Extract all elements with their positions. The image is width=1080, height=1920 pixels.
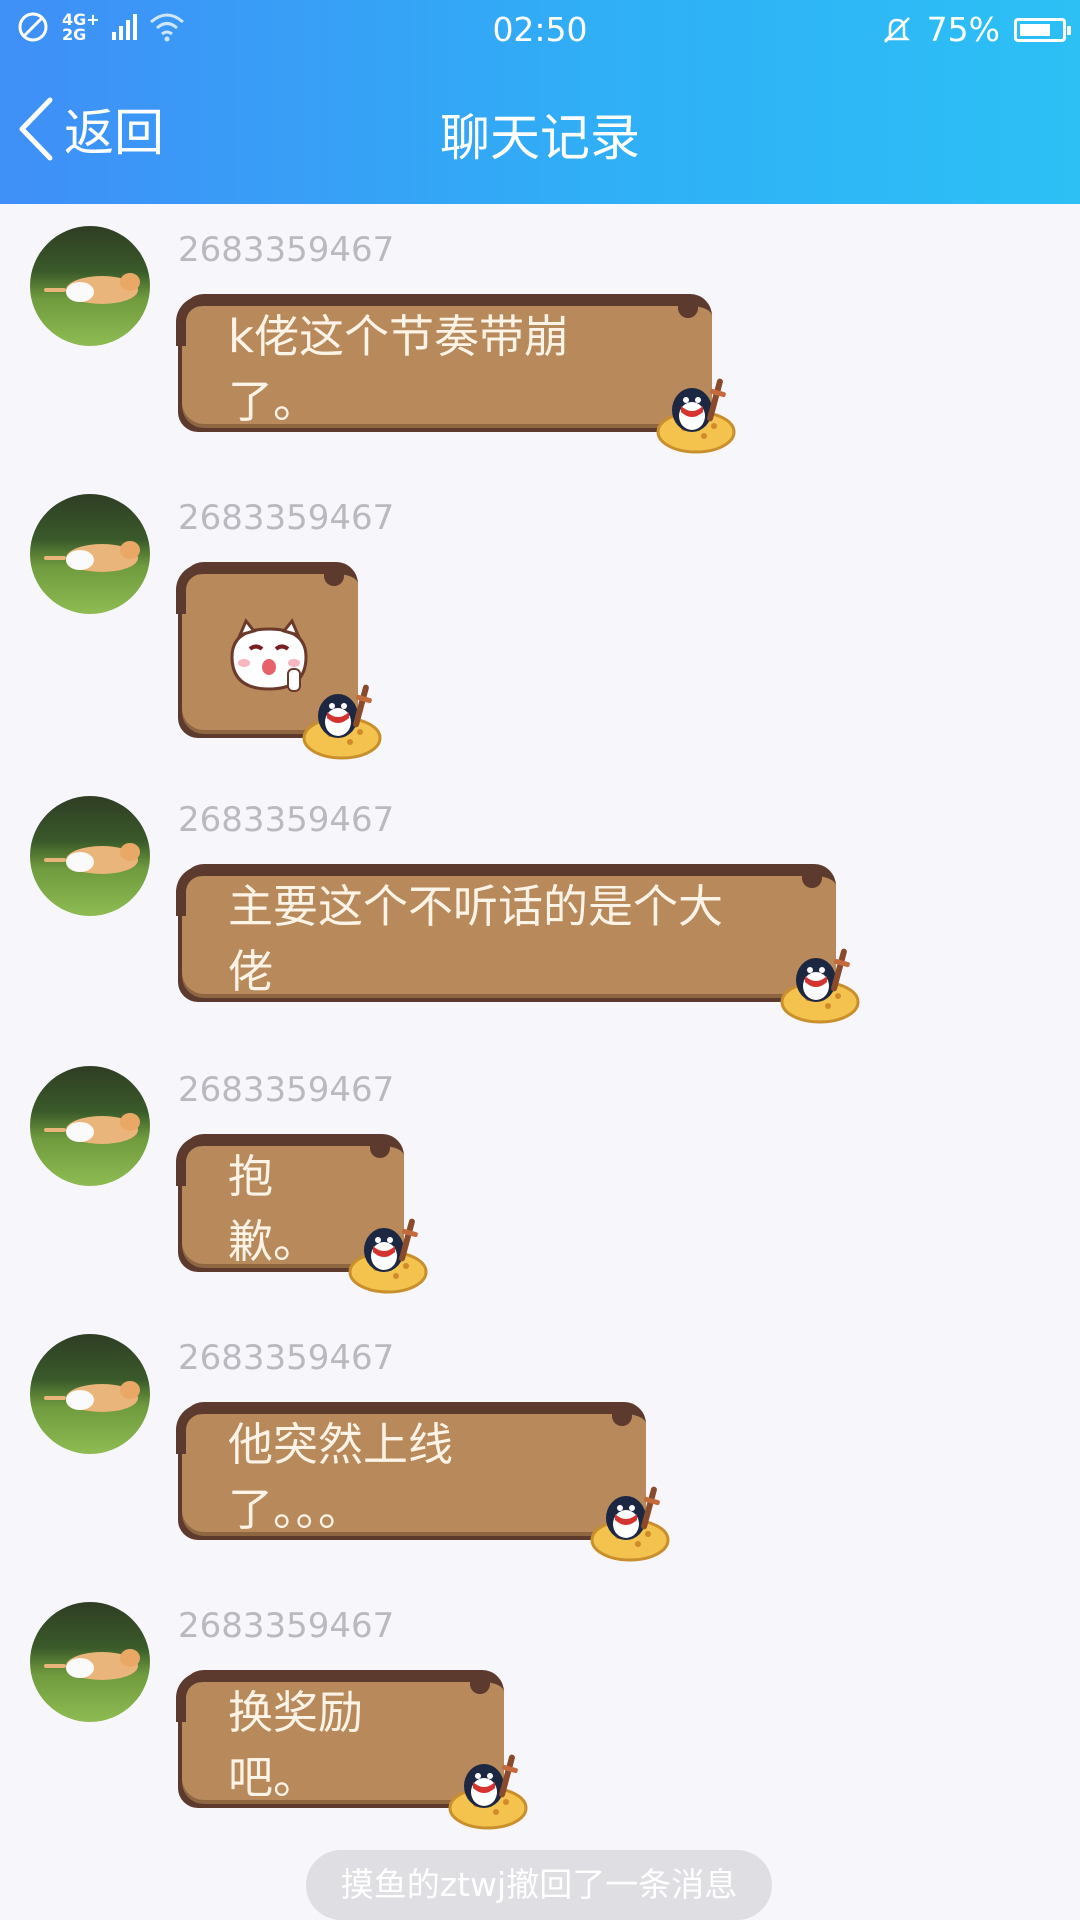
message-text: 主要这个不听话的是个大佬 [228,880,724,998]
avatar[interactable] [30,1066,150,1186]
sender-id: 2683359467 [178,498,395,538]
status-right: 75% [881,10,1071,49]
message-bubble[interactable]: 主要这个不听话的是个大佬 [176,864,860,1024]
avatar[interactable] [30,494,150,614]
message-bubble[interactable]: 换奖励吧。 [176,1670,528,1830]
battery-fill [1020,23,1050,36]
message: 2683359467 [0,494,1080,764]
penguin-sticker-icon [348,1216,428,1294]
message-bubble[interactable]: 抱歉。 [176,1134,428,1294]
message-text: 抱歉。 [228,1150,319,1268]
avatar[interactable] [30,1334,150,1454]
page-title: 聊天记录 [440,109,640,167]
sender-id: 2683359467 [178,1606,395,1646]
sender-id: 2683359467 [178,1338,395,1378]
sender-id: 2683359467 [178,800,395,840]
message-text: 换奖励吧。 [228,1686,364,1804]
penguin-sticker-icon [302,682,382,760]
message: 2683359467 主要这个不听话的是个大佬 [0,796,1080,1026]
message-bubble[interactable]: k佬这个节奏带崩了。 [176,294,736,454]
message-bubble[interactable] [176,562,382,760]
avatar[interactable] [30,1602,150,1722]
message-text: k佬这个节奏带崩了。 [228,310,570,428]
penguin-sticker-icon [590,1484,670,1562]
battery-icon [1014,17,1071,42]
message: 2683359467 他突然上线了。。。 [0,1334,1080,1564]
header: 4G+ 2G 02:50 75% 返回 聊天记录 [0,0,1080,204]
avatar[interactable] [30,226,150,346]
sender-id: 2683359467 [178,230,395,270]
message-bubble[interactable]: 他突然上线了。。。 [176,1402,670,1562]
avatar[interactable] [30,796,150,916]
message: 2683359467 换奖励吧。 [0,1602,1080,1832]
nav-bar: 返回 聊天记录 [0,82,1080,178]
battery-percent: 75% [926,10,1000,49]
message: 2683359467 抱歉。 [0,1066,1080,1296]
message: 2683359467 k佬这个节奏带崩了。 [0,226,1080,456]
status-bar: 4G+ 2G 02:50 75% [0,0,1080,60]
sender-id: 2683359467 [178,1070,395,1110]
recall-notice: 摸鱼的ztwj撤回了一条消息 [306,1850,772,1920]
penguin-sticker-icon [780,946,860,1024]
penguin-sticker-icon [448,1752,528,1830]
penguin-sticker-icon [656,376,736,454]
message-text: 他突然上线了。。。 [228,1418,454,1536]
bell-off-icon [883,16,910,43]
